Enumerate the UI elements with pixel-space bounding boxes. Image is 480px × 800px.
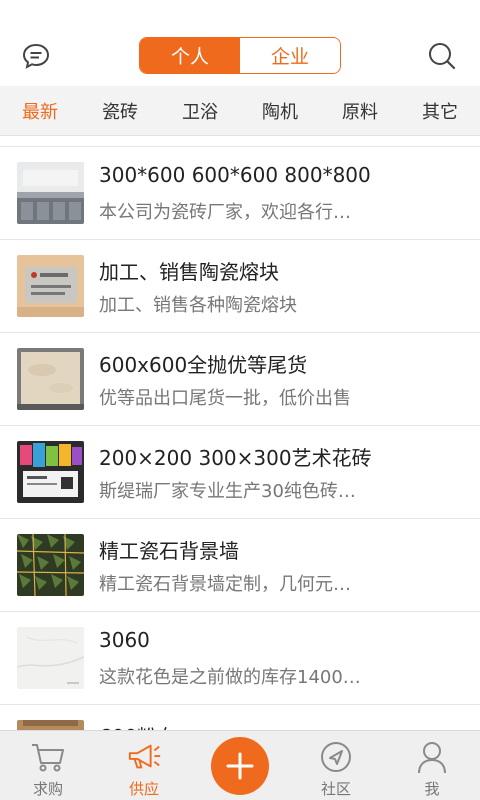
person-icon xyxy=(414,739,450,775)
publish-button[interactable] xyxy=(211,737,269,795)
segment-personal[interactable]: 个人 xyxy=(140,38,240,73)
compass-icon xyxy=(318,739,354,775)
list-item[interactable]: 300*600 600*600 800*800 本公司为瓷砖厂家，欢迎各行… xyxy=(0,147,480,240)
item-title: 600粉布 xyxy=(99,721,177,730)
category-tabs: 最新 瓷砖 卫浴 陶机 原料 其它 xyxy=(0,86,480,136)
list-item[interactable]: 加工、销售陶瓷熔块 加工、销售各种陶瓷熔块 xyxy=(0,240,480,333)
nav-label: 求购 xyxy=(32,780,63,798)
item-description: 斯缇瑞厂家专业生产30纯色砖… xyxy=(99,481,356,502)
chat-bubble-icon[interactable] xyxy=(18,38,54,74)
search-icon[interactable] xyxy=(424,38,460,74)
segment-enterprise[interactable]: 企业 xyxy=(240,38,340,73)
item-title: 精工瓷石背景墙 xyxy=(99,539,239,563)
tab-tiles[interactable]: 瓷砖 xyxy=(80,86,160,135)
supply-list: 300*600 600*600 800*800 本公司为瓷砖厂家，欢迎各行… 加… xyxy=(0,146,480,730)
megaphone-icon xyxy=(126,739,162,775)
tab-ceramic-machinery[interactable]: 陶机 xyxy=(240,86,320,135)
white-marble-photo xyxy=(17,627,84,689)
nav-label: 社区 xyxy=(320,780,351,798)
item-title: 300*600 600*600 800*800 xyxy=(99,163,371,187)
item-title: 3060 xyxy=(99,628,150,652)
list-item[interactable]: 200×200 300×300艺术花砖 斯缇瑞厂家专业生产30纯色砖… xyxy=(0,426,480,519)
stone-wall-photo xyxy=(17,534,84,596)
nav-label: 我 xyxy=(424,780,440,798)
cart-icon xyxy=(30,739,66,775)
signboard-photo xyxy=(17,255,84,317)
item-title: 200×200 300×300艺术花砖 xyxy=(99,446,372,470)
tab-latest[interactable]: 最新 xyxy=(0,86,80,135)
nav-item-supply[interactable]: 供应 xyxy=(96,731,192,800)
item-description: 本公司为瓷砖厂家，欢迎各行… xyxy=(99,202,351,223)
item-description: 精工瓷石背景墙定制，几何元… xyxy=(99,574,351,595)
tab-others[interactable]: 其它 xyxy=(400,86,480,135)
item-title: 600x600全抛优等尾货 xyxy=(99,353,308,377)
item-description: 加工、销售各种陶瓷熔块 xyxy=(99,295,297,316)
list-item[interactable]: 3060 这款花色是之前做的库存1400… xyxy=(0,612,480,705)
beige-tile-photo xyxy=(17,348,84,410)
tab-raw-materials[interactable]: 原料 xyxy=(320,86,400,135)
nav-label: 供应 xyxy=(128,780,159,798)
list-item[interactable]: 600x600全抛优等尾货 优等品出口尾货一批，低价出售 xyxy=(0,333,480,426)
account-type-switch: 个人 企业 xyxy=(139,37,341,74)
nav-item-purchase[interactable]: 求购 xyxy=(0,731,96,800)
nav-item-community[interactable]: 社区 xyxy=(288,731,384,800)
wood-photo xyxy=(17,720,84,730)
item-description: 这款花色是之前做的库存1400… xyxy=(99,667,361,688)
item-title: 加工、销售陶瓷熔块 xyxy=(99,260,279,284)
plus-icon xyxy=(226,752,254,780)
list-item[interactable]: 600粉布 xyxy=(0,705,480,730)
art-tile-photo xyxy=(17,441,84,503)
tab-sanitary[interactable]: 卫浴 xyxy=(160,86,240,135)
showroom-photo xyxy=(17,162,84,224)
item-description: 优等品出口尾货一批，低价出售 xyxy=(99,388,351,409)
app-header: 个人 企业 xyxy=(0,0,480,86)
list-item[interactable]: 精工瓷石背景墙 精工瓷石背景墙定制，几何元… xyxy=(0,519,480,612)
nav-item-me[interactable]: 我 xyxy=(384,731,480,800)
